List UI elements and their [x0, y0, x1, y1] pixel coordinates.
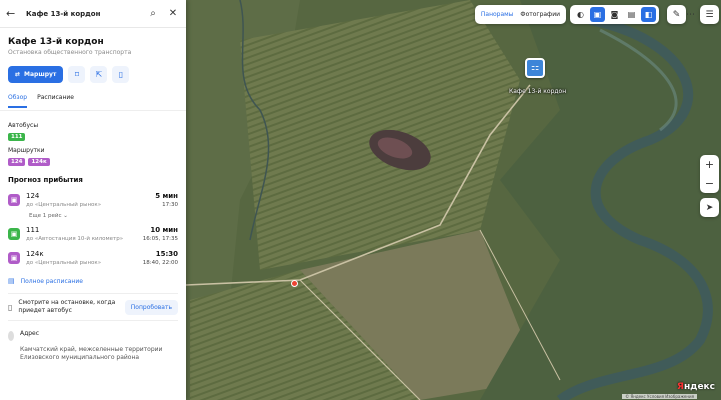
map-type-icon[interactable]: ◧	[641, 7, 656, 22]
address-value[interactable]: Камчатский край, межселенные территории …	[20, 346, 178, 361]
place-actions: ⇄ Маршрут ⌑ ⇱ ▯	[0, 56, 186, 83]
route-label: Маршрут	[24, 71, 57, 78]
minibuses-label: Маршрутки	[8, 147, 45, 154]
back-arrow-icon[interactable]: ←	[6, 7, 20, 20]
route-icon: ⇄	[15, 71, 21, 78]
phone-icon: ▯	[118, 70, 124, 79]
yandex-logo: Яндекс	[677, 382, 715, 392]
close-icon[interactable]: ✕	[166, 7, 180, 21]
map-copyright[interactable]: © Яндекс Условия Изображения	[622, 394, 697, 399]
search-icon[interactable]: ⌕	[146, 7, 160, 21]
streetview-icon[interactable]: ▣	[590, 7, 605, 22]
transport-icon[interactable]: ▤	[624, 7, 639, 22]
map-poi-label[interactable]: Кафе 13-й кордон	[509, 88, 566, 95]
route-chip[interactable]: 124	[8, 158, 26, 166]
watch-promo: ▯ Смотрите на остановке, когда приедет а…	[0, 299, 186, 315]
arrival-eta: 15:30	[155, 250, 178, 258]
try-button[interactable]: Попробовать	[124, 299, 178, 315]
more-icon[interactable]: ⋯	[681, 5, 700, 24]
location-pin-icon	[8, 331, 14, 341]
route-chip[interactable]: 111	[8, 133, 26, 141]
route-chip[interactable]: 124к	[28, 158, 50, 166]
route-destination: до «Автостанция 10-й километр»	[26, 236, 124, 242]
map-top-controls: Панорамы Фотографии ◐ ▣ ◙ ▤ ◧	[474, 5, 659, 24]
bus-routes: 111	[0, 129, 186, 141]
address-block: Адрес Камчатский край, межселенные терри…	[0, 330, 186, 361]
layers-icon[interactable]: ◐	[573, 7, 588, 22]
geolocation-button[interactable]: ➤	[700, 198, 719, 217]
arrival-row[interactable]: ▣ 111 до «Автостанция 10-й километр» 10 …	[0, 226, 186, 242]
schedule-icon: ▤	[8, 277, 15, 285]
route-number: 124к	[26, 250, 44, 258]
place-tabs: Обзор Расписание	[0, 83, 186, 111]
camera-icon[interactable]: ◙	[607, 7, 622, 22]
minibus-icon: ▣	[8, 194, 20, 206]
bus-icon: ⚏	[530, 63, 540, 73]
tab-overview[interactable]: Обзор	[8, 93, 28, 108]
arrival-row[interactable]: ▣ 124к до «Центральный рынок» 15:30 18:4…	[0, 250, 186, 266]
arrival-times: 17:30	[162, 202, 178, 208]
menu-icon[interactable]: ☰	[700, 5, 719, 24]
arrival-row[interactable]: ▣ 124 до «Центральный рынок» 5 мин 17:30	[0, 192, 186, 208]
bus-stop-marker[interactable]: ⚏	[525, 58, 545, 78]
address-heading: Адрес	[20, 330, 40, 337]
full-schedule-label: Полное расписание	[20, 277, 83, 285]
location-dot[interactable]	[291, 280, 298, 287]
place-title: Кафе 13-й кордон	[8, 37, 104, 47]
arrival-eta: 5 мин	[155, 192, 178, 200]
panoramas-button[interactable]: Панорамы	[481, 11, 514, 18]
route-number: 124	[26, 192, 40, 200]
layers-toolbar: ◐ ▣ ◙ ▤ ◧	[570, 5, 659, 24]
zoom-out-button[interactable]: −	[700, 174, 719, 193]
forecast-title: Прогноз прибытия	[8, 176, 83, 184]
phone-icon: ▯	[8, 302, 13, 312]
place-panel: ← Кафе 13-й кордон ⌕ ✕ Кафе 13-й кордон …	[0, 0, 186, 400]
bus-icon: ▣	[8, 228, 20, 240]
watch-text: Смотрите на остановке, когда приедет авт…	[18, 299, 116, 314]
arrival-times: 16:05, 17:35	[142, 236, 178, 242]
minibus-icon: ▣	[8, 252, 20, 264]
search-input[interactable]: Кафе 13-й кордон	[26, 10, 140, 18]
arrival-eta: 10 мин	[150, 226, 178, 234]
map-mode-switch: Панорамы Фотографии	[474, 5, 566, 24]
zoom-in-button[interactable]: +	[700, 155, 719, 174]
route-destination: до «Центральный рынок»	[26, 202, 102, 208]
zoom-control: + −	[700, 155, 719, 193]
share-icon: ⇱	[95, 70, 103, 79]
search-bar: ← Кафе 13-й кордон ⌕ ✕	[0, 0, 186, 28]
photos-button[interactable]: Фотографии	[520, 11, 560, 18]
route-destination: до «Центральный рынок»	[26, 260, 102, 266]
bookmark-icon: ⌑	[74, 70, 79, 79]
share-button[interactable]: ⇱	[90, 66, 108, 83]
full-schedule-link[interactable]: ▤ Полное расписание	[0, 277, 186, 285]
minibus-routes: 124 124к	[0, 154, 186, 166]
navigation-arrow-icon: ➤	[705, 202, 714, 213]
tab-schedule[interactable]: Расписание	[37, 93, 74, 110]
place-category: Остановка общественного транспорта	[8, 49, 132, 56]
bookmark-button[interactable]: ⌑	[68, 66, 86, 83]
route-number: 111	[26, 226, 40, 234]
buses-label: Автобусы	[8, 122, 39, 129]
send-to-phone-button[interactable]: ▯	[112, 66, 130, 83]
arrival-times: 18:40, 22:00	[142, 260, 178, 266]
route-button[interactable]: ⇄ Маршрут	[8, 66, 64, 83]
